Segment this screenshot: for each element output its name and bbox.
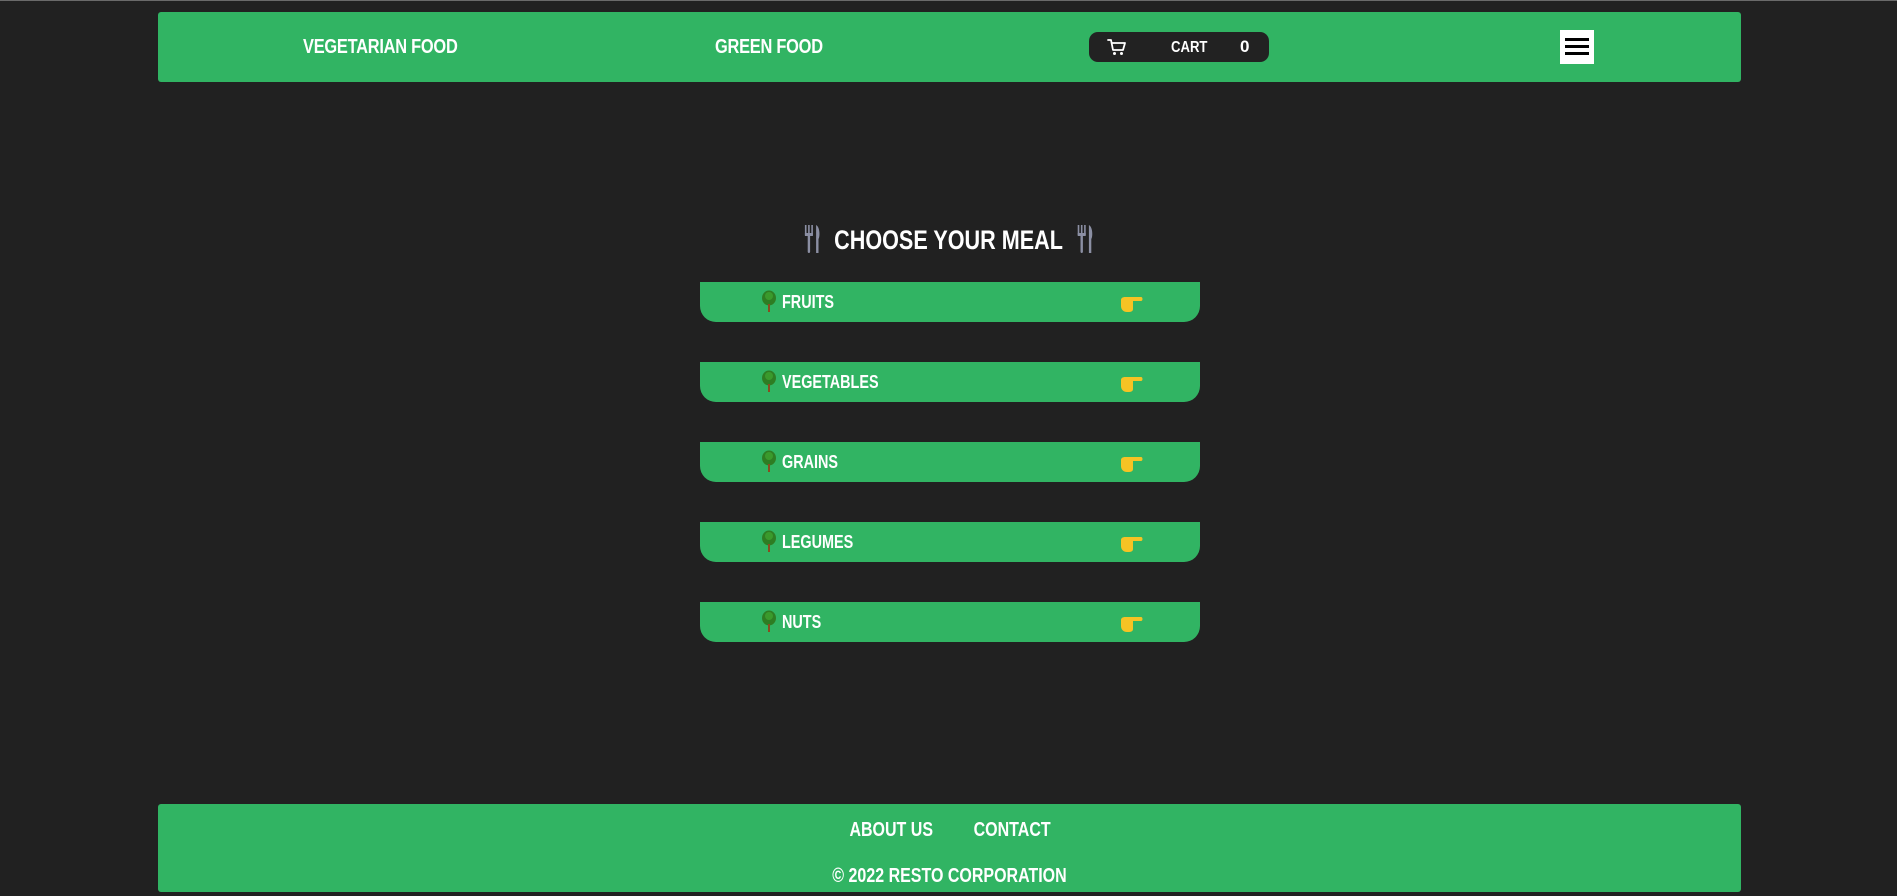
meal-item-legumes[interactable]: LEGUMES — [700, 522, 1200, 562]
cart-button[interactable]: CART 0 — [1089, 32, 1269, 62]
meal-item-vegetables[interactable]: VEGETABLES — [700, 362, 1200, 402]
cart-icon — [1107, 39, 1126, 55]
brand-green-food[interactable]: GREEN FOOD — [715, 12, 823, 82]
copyright-label: © 2022 RESTO CORPORATION — [832, 865, 1067, 887]
pointing-right-icon — [1121, 617, 1143, 632]
meal-item-nuts[interactable]: NUTS — [700, 602, 1200, 642]
tree-icon — [762, 450, 776, 472]
meal-item-fruits[interactable]: FRUITS — [700, 282, 1200, 322]
footer-bar: ABOUT US CONTACT © 2022 RESTO CORPORATIO… — [158, 804, 1741, 892]
meal-item-label: GRAINS — [782, 452, 839, 472]
pointing-right-icon — [1121, 377, 1143, 392]
meal-item-label: LEGUMES — [782, 532, 854, 552]
title-text: CHOOSE YOUR MEAL — [834, 225, 1063, 255]
cart-label: CART — [1171, 39, 1208, 56]
meal-item-grains[interactable]: GRAINS — [700, 442, 1200, 482]
tree-icon — [762, 610, 776, 632]
header-bar: VEGETARIAN FOOD GREEN FOOD CART 0 — [158, 12, 1741, 82]
tree-icon — [762, 290, 776, 312]
page-title: CHOOSE YOUR MEAL — [0, 220, 1897, 260]
meal-item-label: VEGETABLES — [782, 372, 879, 392]
pointing-right-icon — [1121, 537, 1143, 552]
cart-count: 0 — [1240, 37, 1250, 56]
pointing-right-icon — [1121, 457, 1143, 472]
top-border — [0, 0, 1897, 1]
contact-link[interactable]: CONTACT — [974, 818, 1051, 842]
brand-vegetarian-food[interactable]: VEGETARIAN FOOD — [303, 12, 458, 82]
copyright-text: © 2022 RESTO CORPORATION — [158, 864, 1741, 888]
pointing-right-icon — [1121, 297, 1143, 312]
meal-item-label: NUTS — [782, 612, 822, 632]
about-us-link[interactable]: ABOUT US — [849, 818, 933, 842]
fork-and-knife-icon — [1077, 224, 1093, 253]
meal-item-label: FRUITS — [782, 292, 834, 312]
footer-links: ABOUT US CONTACT — [158, 818, 1741, 842]
fork-and-knife-icon — [804, 224, 820, 253]
tree-icon — [762, 530, 776, 552]
hamburger-menu-icon[interactable] — [1560, 30, 1594, 64]
tree-icon — [762, 370, 776, 392]
